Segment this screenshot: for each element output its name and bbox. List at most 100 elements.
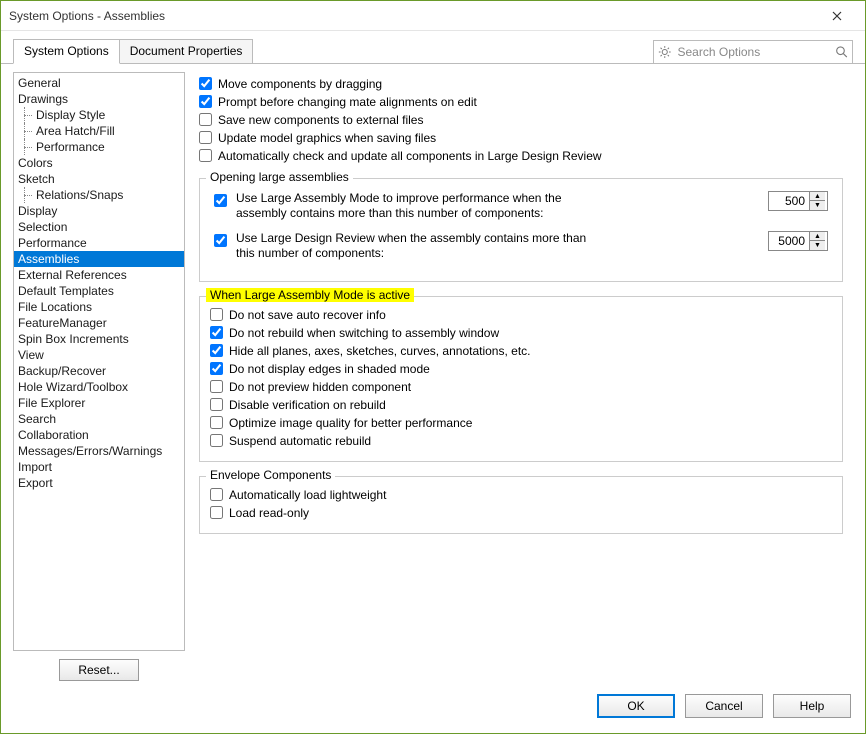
tree-item[interactable]: Sketch bbox=[14, 171, 184, 187]
tree-item[interactable]: Assemblies bbox=[14, 251, 184, 267]
checkbox-label: Do not rebuild when switching to assembl… bbox=[229, 325, 499, 341]
checkbox-label: Prompt before changing mate alignments o… bbox=[218, 94, 477, 110]
checkbox-row: Hide all planes, axes, sketches, curves,… bbox=[210, 343, 832, 359]
large-design-review-checkbox[interactable] bbox=[214, 234, 227, 247]
ok-button[interactable]: OK bbox=[597, 694, 675, 718]
checkbox-row: Automatically check and update all compo… bbox=[199, 148, 843, 164]
large-assembly-mode-label: Use Large Assembly Mode to improve perfo… bbox=[236, 191, 606, 221]
tree-item[interactable]: Collaboration bbox=[14, 427, 184, 443]
tree-item[interactable]: FeatureManager bbox=[14, 315, 184, 331]
search-box[interactable] bbox=[653, 40, 853, 64]
category-tree[interactable]: GeneralDrawingsDisplay StyleArea Hatch/F… bbox=[13, 72, 185, 651]
close-button[interactable] bbox=[817, 2, 857, 30]
tree-item[interactable]: Backup/Recover bbox=[14, 363, 184, 379]
spinner-arrows: ▲▼ bbox=[809, 232, 825, 250]
large-assembly-mode-spinner[interactable]: ▲▼ bbox=[768, 191, 828, 211]
checkbox[interactable] bbox=[199, 131, 212, 144]
checkbox[interactable] bbox=[210, 398, 223, 411]
checkbox[interactable] bbox=[210, 326, 223, 339]
group-envelope-components: Envelope Components Automatically load l… bbox=[199, 476, 843, 534]
checkbox-row: Prompt before changing mate alignments o… bbox=[199, 94, 843, 110]
checkbox-label: Move components by dragging bbox=[218, 76, 382, 92]
help-button[interactable]: Help bbox=[773, 694, 851, 718]
checkbox-row: Do not preview hidden component bbox=[210, 379, 832, 395]
group-legend: Opening large assemblies bbox=[206, 170, 353, 184]
checkbox[interactable] bbox=[210, 344, 223, 357]
tab-system-options[interactable]: System Options bbox=[13, 39, 120, 64]
tree-item[interactable]: Performance bbox=[14, 235, 184, 251]
checkbox[interactable] bbox=[210, 434, 223, 447]
tree-item[interactable]: Relations/Snaps bbox=[14, 187, 184, 203]
tree-item[interactable]: Display Style bbox=[14, 107, 184, 123]
checkbox[interactable] bbox=[210, 380, 223, 393]
checkbox-row: Update model graphics when saving files bbox=[199, 130, 843, 146]
checkbox[interactable] bbox=[199, 113, 212, 126]
checkbox-row: Do not rebuild when switching to assembl… bbox=[210, 325, 832, 341]
tree-item[interactable]: Spin Box Increments bbox=[14, 331, 184, 347]
checkbox-row: Save new components to external files bbox=[199, 112, 843, 128]
top-checkbox-list: Move components by dragging Prompt before… bbox=[199, 76, 843, 164]
checkbox-row: Automatically load lightweight bbox=[210, 487, 832, 503]
tree-item[interactable]: External References bbox=[14, 267, 184, 283]
checkbox-label: Automatically check and update all compo… bbox=[218, 148, 602, 164]
checkbox-label: Do not preview hidden component bbox=[229, 379, 411, 395]
group-legend: Envelope Components bbox=[206, 468, 335, 482]
cancel-button[interactable]: Cancel bbox=[685, 694, 763, 718]
checkbox[interactable] bbox=[210, 416, 223, 429]
large-design-review-value[interactable] bbox=[769, 233, 809, 249]
large-design-review-spinner[interactable]: ▲▼ bbox=[768, 231, 828, 251]
chevron-down-icon[interactable]: ▼ bbox=[810, 241, 825, 250]
checkbox-row: Move components by dragging bbox=[199, 76, 843, 92]
checkbox[interactable] bbox=[210, 488, 223, 501]
tree-item[interactable]: File Locations bbox=[14, 299, 184, 315]
checkbox-label: Do not display edges in shaded mode bbox=[229, 361, 430, 377]
large-assembly-mode-row: Use Large Assembly Mode to improve perfo… bbox=[210, 191, 832, 221]
title-bar: System Options - Assemblies bbox=[1, 1, 865, 31]
checkbox-label: Load read-only bbox=[229, 505, 309, 521]
checkbox[interactable] bbox=[199, 77, 212, 90]
tree-item[interactable]: Colors bbox=[14, 155, 184, 171]
search-input[interactable] bbox=[676, 44, 835, 60]
checkbox-row: Load read-only bbox=[210, 505, 832, 521]
checkbox[interactable] bbox=[210, 362, 223, 375]
tree-item[interactable]: Messages/Errors/Warnings bbox=[14, 443, 184, 459]
tree-item[interactable]: Drawings bbox=[14, 91, 184, 107]
reset-button[interactable]: Reset... bbox=[59, 659, 139, 681]
large-design-review-label: Use Large Design Review when the assembl… bbox=[236, 231, 606, 261]
tree-item[interactable]: Area Hatch/Fill bbox=[14, 123, 184, 139]
checkbox[interactable] bbox=[199, 95, 212, 108]
checkbox[interactable] bbox=[199, 149, 212, 162]
large-assembly-mode-checkbox[interactable] bbox=[214, 194, 227, 207]
checkbox-label: Update model graphics when saving files bbox=[218, 130, 436, 146]
tree-item[interactable]: General bbox=[14, 75, 184, 91]
close-icon bbox=[832, 11, 842, 21]
checkbox-row: Suspend automatic rebuild bbox=[210, 433, 832, 449]
tree-item[interactable]: Hole Wizard/Toolbox bbox=[14, 379, 184, 395]
chevron-up-icon[interactable]: ▲ bbox=[810, 232, 825, 241]
tree-item[interactable]: Export bbox=[14, 475, 184, 491]
group-opening-large-assemblies: Opening large assemblies Use Large Assem… bbox=[199, 178, 843, 282]
checkbox[interactable] bbox=[210, 506, 223, 519]
tree-item[interactable]: Import bbox=[14, 459, 184, 475]
large-assembly-mode-value[interactable] bbox=[769, 193, 809, 209]
spinner-arrows: ▲▼ bbox=[809, 192, 825, 210]
tree-item[interactable]: Performance bbox=[14, 139, 184, 155]
tree-item[interactable]: View bbox=[14, 347, 184, 363]
tree-item[interactable]: File Explorer bbox=[14, 395, 184, 411]
group-legend-highlighted: When Large Assembly Mode is active bbox=[206, 288, 414, 302]
tree-item[interactable]: Search bbox=[14, 411, 184, 427]
chevron-down-icon[interactable]: ▼ bbox=[810, 201, 825, 210]
chevron-up-icon[interactable]: ▲ bbox=[810, 192, 825, 201]
checkbox-row: Optimize image quality for better perfor… bbox=[210, 415, 832, 431]
active-checkbox-list: Do not save auto recover info Do not rebu… bbox=[210, 307, 832, 449]
tree-item[interactable]: Display bbox=[14, 203, 184, 219]
sidebar-column: GeneralDrawingsDisplay StyleArea Hatch/F… bbox=[13, 64, 185, 681]
checkbox-row: Do not save auto recover info bbox=[210, 307, 832, 323]
checkbox-row: Do not display edges in shaded mode bbox=[210, 361, 832, 377]
checkbox[interactable] bbox=[210, 308, 223, 321]
dialog-window: System Options - Assemblies System Optio… bbox=[0, 0, 866, 734]
tabs: System Options Document Properties bbox=[13, 39, 252, 64]
tree-item[interactable]: Default Templates bbox=[14, 283, 184, 299]
tree-item[interactable]: Selection bbox=[14, 219, 184, 235]
tab-document-properties[interactable]: Document Properties bbox=[119, 39, 254, 64]
